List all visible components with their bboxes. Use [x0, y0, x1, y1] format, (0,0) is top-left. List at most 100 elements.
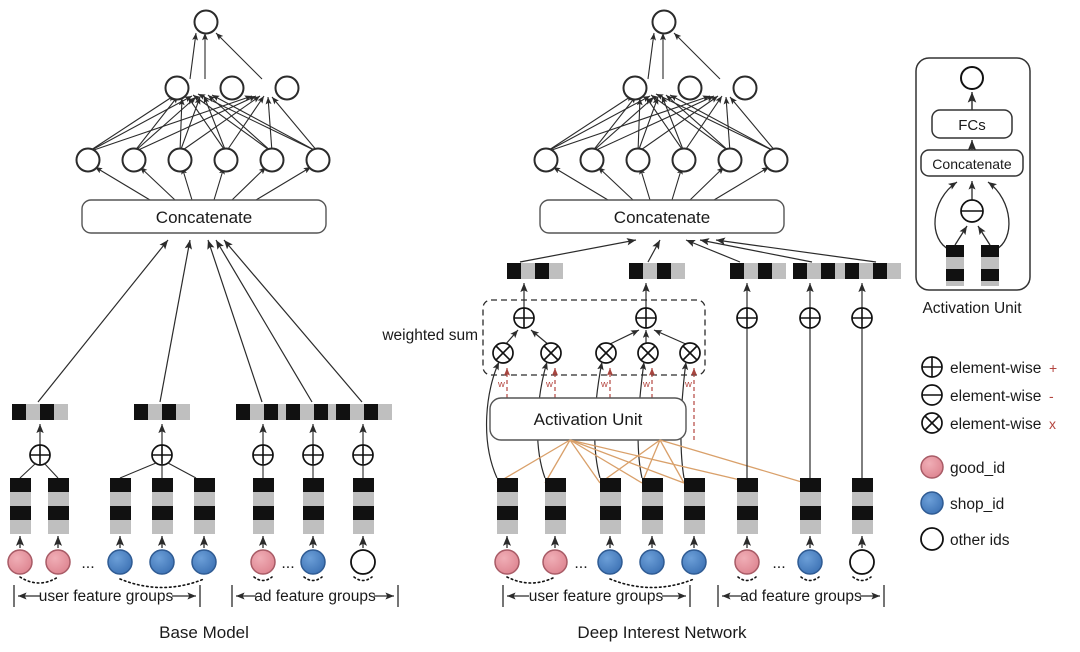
- legend-times-op: x: [1049, 416, 1056, 432]
- activation-unit-panel: FCs Concatenate Activation Unit: [915, 57, 1031, 317]
- base-pooled-to-concat-edges: [37, 239, 363, 403]
- weight-label: w: [545, 379, 553, 390]
- embedding-column: [852, 478, 873, 534]
- din-ad-vertical-lines: [746, 328, 863, 478]
- din-concat-to-h1-edges: [552, 166, 770, 201]
- pooled-bar: [845, 263, 901, 279]
- din-mlp-edges-h2-out: [647, 32, 721, 80]
- legend-shop-id-label: shop_id: [950, 496, 1004, 513]
- embedding-column: [684, 478, 705, 534]
- input-node-shop-id: [797, 549, 823, 575]
- legend-plus-op: +: [1049, 360, 1057, 376]
- base-hidden2-nodes: [164, 75, 300, 101]
- plus-icon: [851, 307, 873, 329]
- din-concatenate-label: Concatenate: [614, 208, 710, 227]
- weight-label: w: [684, 379, 692, 390]
- base-user-feature-groups-label: user feature groups: [39, 588, 174, 605]
- times-icon: [679, 342, 701, 364]
- embedding-column: [737, 478, 758, 534]
- base-group-arcs: [19, 576, 373, 589]
- plus-icon: [635, 307, 657, 329]
- input-node-shop-id: [681, 549, 707, 575]
- pooled-bar: [730, 263, 786, 279]
- plus-icon: [252, 444, 274, 466]
- embedding-column: [497, 478, 518, 534]
- din-embedding-columns: [497, 478, 873, 534]
- input-node-shop-id: [300, 549, 326, 575]
- embedding-column: [600, 478, 621, 534]
- din-input-nodes: [494, 549, 875, 575]
- pooled-bar: [12, 404, 68, 420]
- base-ad-feature-groups-label: ad feature groups: [254, 588, 376, 605]
- din-times-to-plus-edges: [504, 329, 689, 346]
- legend-times-label: element-wise: [950, 416, 1041, 433]
- embedding-column: [946, 245, 964, 286]
- legend-plus-icon: [921, 356, 943, 378]
- din-output-node: [651, 9, 677, 35]
- legend-other-ids-icon: [920, 527, 944, 551]
- base-user-ellipsis: ...: [81, 555, 94, 572]
- base-pooled-embedding-bars: [12, 404, 392, 420]
- pooled-bar: [629, 263, 685, 279]
- din-pooled-to-concat-edges: [519, 237, 877, 263]
- input-node-shop-id: [107, 549, 133, 575]
- figure-root: Concatenate ... ... user feature groups …: [7, 9, 1057, 642]
- din-plus-to-pooled-arrows: [520, 282, 866, 308]
- input-node-good-id: [250, 549, 276, 575]
- legend-shop-id-icon: [920, 491, 944, 515]
- deep-interest-network: Concatenate weighted sum w w w w w Activ…: [381, 9, 901, 642]
- times-icon: [595, 342, 617, 364]
- input-node-shop-id: [639, 549, 665, 575]
- embedding-column: [48, 478, 69, 534]
- embedding-column: [194, 478, 215, 534]
- din-pooled-embedding-bars: [507, 263, 901, 279]
- input-node-good-id: [45, 549, 71, 575]
- din-user-feature-groups-label: user feature groups: [529, 588, 664, 605]
- base-mlp-edges-h2-out: [189, 32, 263, 80]
- base-embedding-columns: [10, 478, 374, 534]
- activation-unit-caption: Activation Unit: [922, 300, 1022, 317]
- embedding-column: [303, 478, 324, 534]
- legend-minus-label: element-wise: [950, 388, 1041, 405]
- base-concatenate-label: Concatenate: [156, 208, 252, 227]
- pooled-bar: [236, 404, 292, 420]
- plus-icon: [302, 444, 324, 466]
- input-node-good-id: [542, 549, 568, 575]
- din-title: Deep Interest Network: [577, 623, 747, 642]
- weight-label: w: [642, 379, 650, 390]
- plus-icon: [799, 307, 821, 329]
- legend-minus-op: -: [1049, 388, 1054, 404]
- embedding-column: [10, 478, 31, 534]
- au-concatenate-label: Concatenate: [932, 156, 1012, 172]
- din-input-to-embedding-arrows: [502, 535, 867, 548]
- legend: element-wise + element-wise - element-wi…: [920, 356, 1057, 551]
- plus-icon: [352, 444, 374, 466]
- legend-good-id-icon: [920, 455, 944, 479]
- weighted-sum-label: weighted sum: [381, 327, 478, 344]
- din-activation-unit-box: Activation Unit: [489, 397, 687, 441]
- embedding-column: [353, 478, 374, 534]
- au-minus-icon: [960, 199, 984, 223]
- embedding-column: [253, 478, 274, 534]
- base-input-nodes: [7, 549, 376, 575]
- base-model: Concatenate ... ... user feature groups …: [7, 9, 399, 642]
- embedding-column: [981, 245, 999, 286]
- din-hidden2-nodes: [622, 75, 758, 101]
- activation-unit-concat-box: Concatenate: [920, 149, 1024, 177]
- input-node-shop-id: [597, 549, 623, 575]
- base-ad-ellipsis: ...: [281, 555, 294, 572]
- plus-icon: [151, 444, 173, 466]
- embedding-column: [642, 478, 663, 534]
- times-icon: [540, 342, 562, 364]
- embedding-column: [110, 478, 131, 534]
- au-fcs-label: FCs: [958, 117, 986, 134]
- weight-label: w: [600, 379, 608, 390]
- legend-plus-label: element-wise: [950, 360, 1041, 377]
- input-node-good-id: [734, 549, 760, 575]
- din-times-nodes: [492, 342, 701, 364]
- embedding-column: [800, 478, 821, 534]
- base-plus-nodes: [29, 444, 374, 466]
- plus-icon: [29, 444, 51, 466]
- din-activation-orange-lines: [496, 439, 806, 484]
- pooled-bar: [286, 404, 342, 420]
